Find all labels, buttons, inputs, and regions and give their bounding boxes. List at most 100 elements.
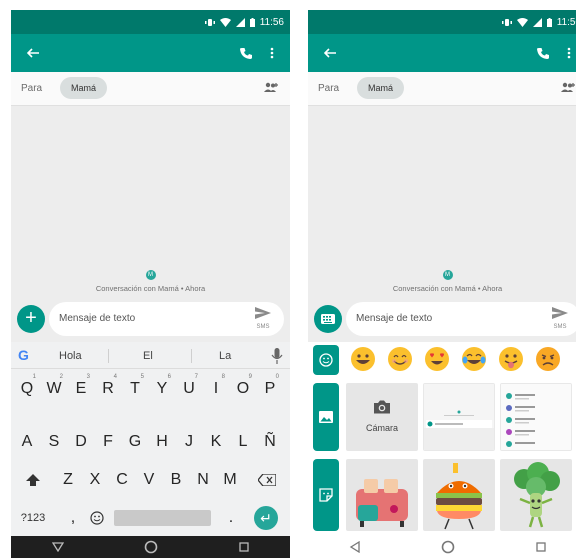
- key-y[interactable]: Y6: [150, 374, 174, 401]
- recipient-bar: Para Mamá: [308, 72, 576, 106]
- more-vert-icon[interactable]: [262, 43, 282, 63]
- more-vert-icon[interactable]: [559, 43, 576, 63]
- key-k[interactable]: K: [204, 430, 228, 454]
- phone-icon[interactable]: [533, 43, 553, 63]
- send-type-label: SMS: [256, 324, 270, 330]
- google-g-icon[interactable]: G: [18, 347, 29, 363]
- nav-recents-icon[interactable]: [534, 540, 548, 554]
- gallery-thumbnail-2[interactable]: [500, 383, 572, 451]
- enter-key[interactable]: ↵: [254, 506, 278, 530]
- key-h[interactable]: H: [150, 430, 174, 454]
- burger-sticker[interactable]: [423, 459, 495, 531]
- camera-tile[interactable]: Cámara: [346, 383, 418, 451]
- suggestion-2[interactable]: El: [143, 350, 153, 362]
- phone-icon[interactable]: [236, 43, 256, 63]
- key-d[interactable]: D: [69, 430, 93, 454]
- back-arrow-icon[interactable]: [320, 43, 340, 63]
- broccoli-sticker-image: [514, 462, 560, 528]
- battery-icon: [546, 17, 552, 27]
- key-l[interactable]: L: [231, 430, 255, 454]
- comma-key[interactable]: ,: [61, 506, 85, 530]
- camera-icon: [374, 400, 390, 414]
- conversation-area: M Conversación con Mamá • Ahora: [308, 106, 576, 302]
- period-key[interactable]: .: [219, 506, 243, 530]
- message-input[interactable]: Mensaje de texto SMS: [346, 302, 576, 336]
- emoji-key[interactable]: [85, 506, 109, 530]
- nav-recents-icon[interactable]: [237, 540, 251, 554]
- recipient-chip[interactable]: Mamá: [60, 77, 108, 99]
- to-label: Para: [318, 83, 340, 94]
- key-z[interactable]: Z: [56, 468, 80, 492]
- toaster-sticker[interactable]: [346, 459, 418, 531]
- attach-plus-button[interactable]: +: [17, 305, 45, 333]
- key-e[interactable]: E3: [69, 374, 93, 401]
- nav-home-icon[interactable]: [441, 540, 455, 554]
- key-g[interactable]: G: [123, 430, 147, 454]
- add-people-icon[interactable]: [262, 80, 280, 96]
- recipient-chip[interactable]: Mamá: [357, 77, 405, 99]
- nav-home-icon[interactable]: [144, 540, 158, 554]
- emoji-tab[interactable]: [313, 345, 339, 375]
- send-icon: [255, 307, 271, 319]
- key-p[interactable]: P0: [258, 374, 282, 401]
- mic-icon[interactable]: [271, 348, 283, 364]
- key-o[interactable]: O9: [231, 374, 255, 401]
- key-m[interactable]: M: [218, 468, 242, 492]
- emoji-icon: [90, 511, 104, 525]
- key-n-tilde[interactable]: Ñ: [258, 430, 282, 454]
- signal-icon: [532, 17, 542, 27]
- keyboard-toggle-button[interactable]: [314, 305, 342, 333]
- gallery-tab[interactable]: [313, 383, 339, 451]
- spacebar[interactable]: [114, 510, 211, 526]
- key-s[interactable]: S: [42, 430, 66, 454]
- back-arrow-icon[interactable]: [23, 43, 43, 63]
- symbols-key[interactable]: ?123: [17, 506, 49, 530]
- sticker-tab[interactable]: [313, 459, 339, 531]
- shift-icon: [26, 474, 40, 486]
- broccoli-sticker[interactable]: [500, 459, 572, 531]
- conversation-info: M Conversación con Mamá • Ahora: [308, 263, 576, 293]
- shift-key[interactable]: [21, 468, 45, 492]
- tears-of-joy-face-emoji[interactable]: [460, 345, 488, 373]
- key-x[interactable]: X: [83, 468, 107, 492]
- nav-back-icon[interactable]: [348, 540, 362, 554]
- key-f[interactable]: F: [96, 430, 120, 454]
- send-type-label: SMS: [553, 324, 567, 330]
- key-w[interactable]: W2: [42, 374, 66, 401]
- key-r[interactable]: R4: [96, 374, 120, 401]
- backspace-icon: [257, 473, 277, 487]
- grinning-face-emoji[interactable]: [349, 345, 377, 373]
- key-v[interactable]: V: [137, 468, 161, 492]
- backspace-key[interactable]: [255, 468, 279, 492]
- suggestion-3[interactable]: La: [219, 350, 231, 362]
- key-i[interactable]: I8: [204, 374, 228, 401]
- recipient-bar: Para Mamá: [11, 72, 290, 106]
- tongue-out-face-emoji[interactable]: [497, 345, 525, 373]
- key-q[interactable]: Q1: [15, 374, 39, 401]
- heart-eyes-face-emoji[interactable]: [423, 345, 451, 373]
- key-b[interactable]: B: [164, 468, 188, 492]
- conversation-info-text: Conversación con Mamá • Ahora: [95, 284, 206, 293]
- vibrate-icon: [501, 18, 512, 27]
- key-row-3: Z X C V B N M: [11, 468, 290, 492]
- contact-avatar: M: [442, 270, 453, 280]
- nav-back-icon[interactable]: [51, 540, 65, 554]
- sticker-tab-icon: [319, 488, 333, 502]
- key-a[interactable]: A: [15, 430, 39, 454]
- key-c[interactable]: C: [110, 468, 134, 492]
- key-t[interactable]: T5: [123, 374, 147, 401]
- key-u[interactable]: U7: [177, 374, 201, 401]
- send-button[interactable]: SMS: [252, 306, 274, 332]
- smiling-face-emoji[interactable]: [386, 345, 414, 373]
- add-people-icon[interactable]: [559, 80, 576, 96]
- suggestion-1[interactable]: Hola: [59, 350, 82, 362]
- key-n[interactable]: N: [191, 468, 215, 492]
- app-bar: [308, 34, 576, 72]
- send-button[interactable]: SMS: [549, 306, 571, 332]
- gallery-thumbnail-1[interactable]: [423, 383, 495, 451]
- conversation-info: M Conversación con Mamá • Ahora: [11, 263, 290, 293]
- key-row-2: A S D F G H J K L Ñ: [11, 430, 290, 454]
- key-j[interactable]: J: [177, 430, 201, 454]
- sad-face-emoji[interactable]: [534, 345, 562, 373]
- message-input[interactable]: Mensaje de texto SMS: [49, 302, 284, 336]
